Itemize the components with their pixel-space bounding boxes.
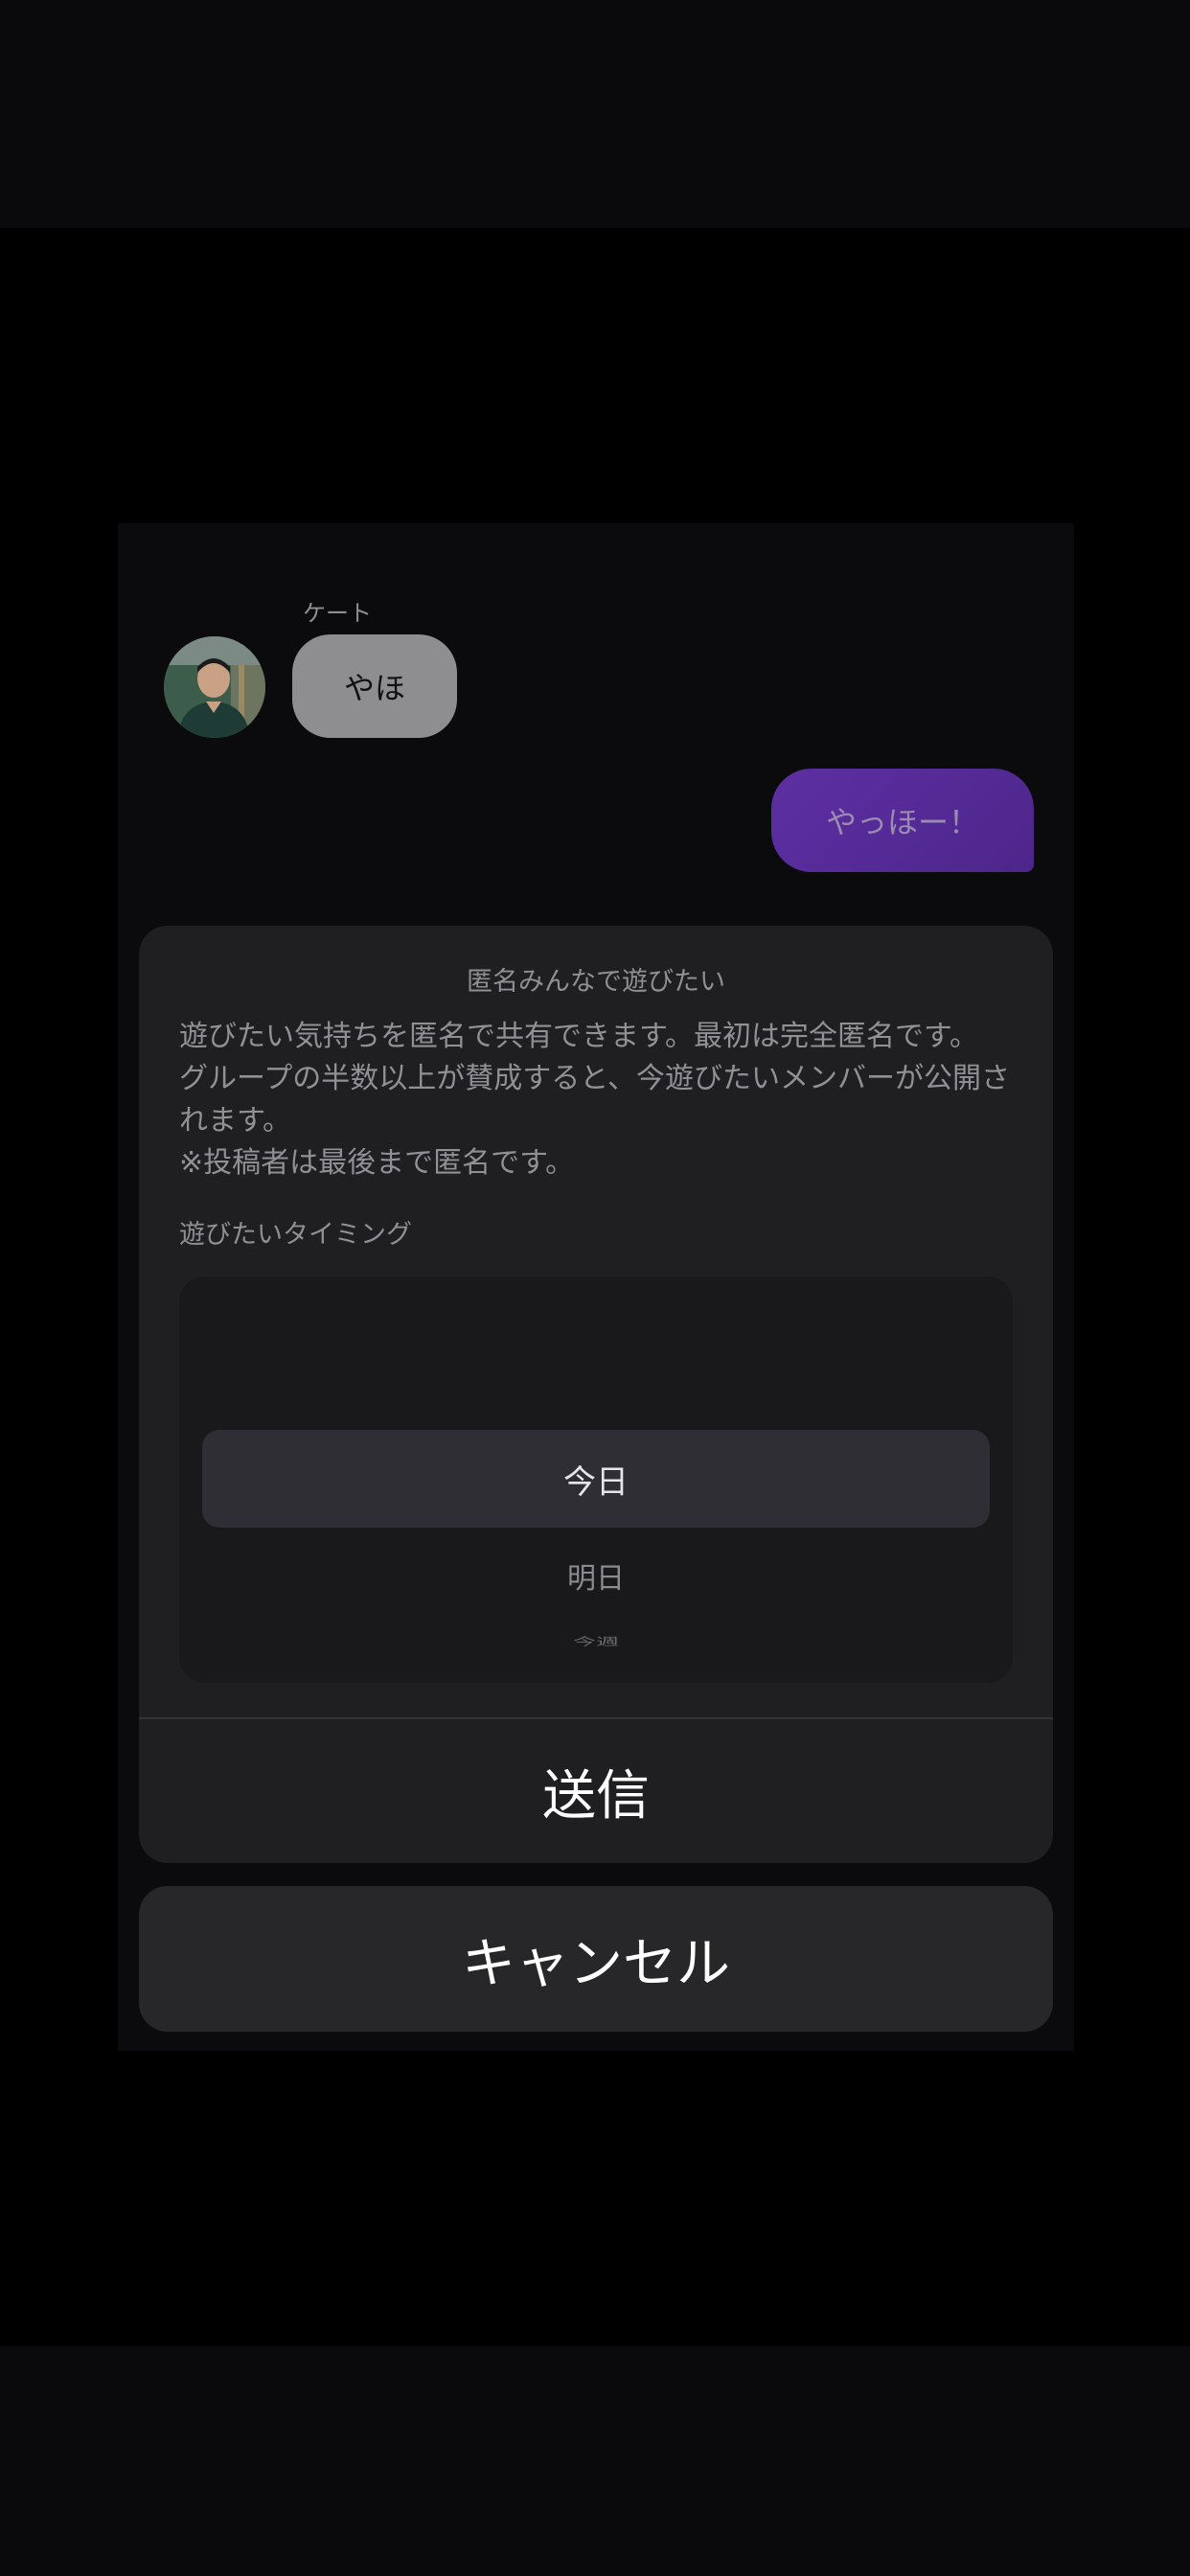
outgoing-message-bubble[interactable]: やっほー！ bbox=[771, 769, 1034, 872]
description-line: ※投稿者は最後まで匿名です。 bbox=[179, 1146, 575, 1180]
timing-label: 遊びたいタイミング bbox=[179, 1220, 412, 1250]
description-line: グループの半数以上が賛成すると、今遊びたいメンバーが公開さ bbox=[179, 1062, 1010, 1095]
avatar[interactable] bbox=[164, 636, 265, 738]
chat-screen: ケート やほ やっほー！ 匿名みんなで遊びたい 遊びたい気持ちを匿名で共有できま… bbox=[118, 523, 1074, 2051]
send-button[interactable]: 送信 bbox=[139, 1719, 1053, 1863]
bottom-overlay-band bbox=[0, 2346, 1190, 2576]
picker-option-selected[interactable]: 今日 bbox=[202, 1430, 990, 1528]
cancel-button[interactable]: キャンセル bbox=[139, 1886, 1053, 2032]
top-overlay-band bbox=[0, 0, 1190, 228]
incoming-message-bubble[interactable]: やほ bbox=[292, 634, 457, 738]
description-line: れます。 bbox=[179, 1104, 291, 1138]
description-line: 遊びたい気持ちを匿名で共有できます。最初は完全匿名です。 bbox=[179, 1020, 978, 1053]
sheet-description: 遊びたい気持ちを匿名で共有できます。最初は完全匿名です。 グループの半数以上が賛… bbox=[179, 1016, 1022, 1184]
sender-name: ケート bbox=[303, 600, 372, 627]
picker-option[interactable]: 明日 bbox=[179, 1554, 1013, 1597]
sheet-title: 匿名みんなで遊びたい bbox=[467, 967, 725, 997]
timing-picker[interactable]: 今日 明日 今週 bbox=[179, 1276, 1013, 1683]
picker-option[interactable]: 今週 bbox=[179, 1633, 1013, 1648]
avatar-photo-icon bbox=[164, 636, 265, 738]
action-sheet: 匿名みんなで遊びたい 遊びたい気持ちを匿名で共有できます。最初は完全匿名です。 … bbox=[139, 926, 1053, 1863]
